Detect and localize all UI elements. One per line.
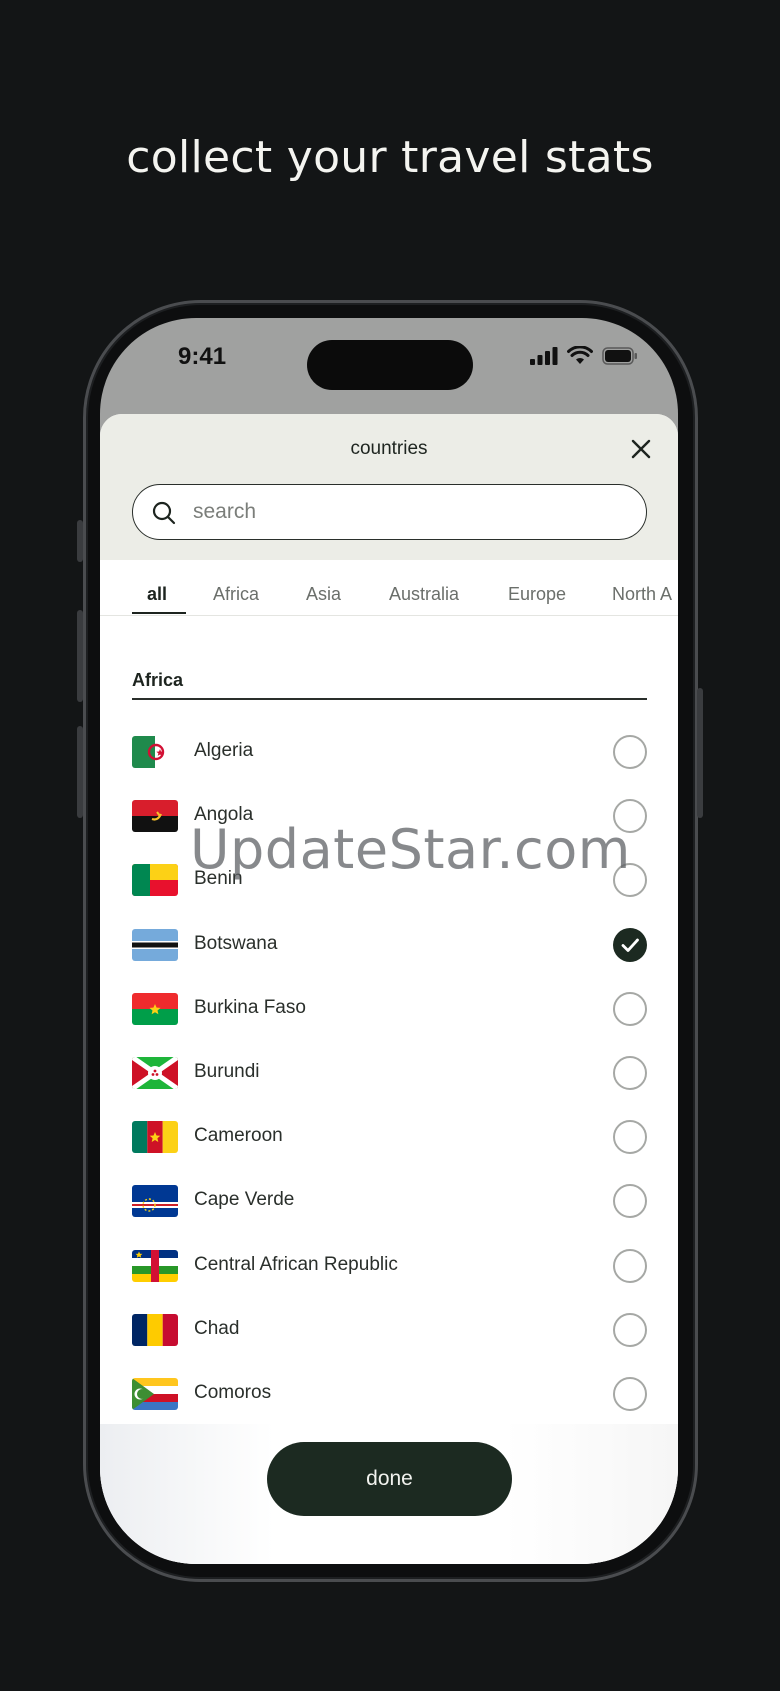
watermark: UpdateStar.com	[190, 818, 631, 881]
tab-all[interactable]: all	[147, 584, 167, 605]
flag-icon	[132, 992, 178, 1025]
checked-radio-icon[interactable]	[613, 927, 647, 962]
radio-button[interactable]	[613, 1184, 647, 1219]
country-row[interactable]: Botswana	[132, 913, 647, 977]
country-row[interactable]: Burkina Faso	[132, 977, 647, 1041]
headline: collect your travel stats	[126, 132, 654, 183]
region-tabs: all Africa Asia Australia Europe North A	[100, 560, 678, 616]
radio-button[interactable]	[613, 1312, 647, 1347]
flag-icon	[132, 1313, 178, 1346]
power-button	[697, 688, 703, 818]
status-icons	[530, 346, 638, 365]
country-name: Chad	[194, 1317, 240, 1339]
active-tab-indicator	[132, 612, 186, 614]
country-row[interactable]: Cameroon	[132, 1105, 647, 1169]
radio-button[interactable]	[613, 1056, 647, 1090]
flag-icon	[132, 928, 178, 961]
search-field[interactable]	[132, 484, 647, 540]
checkmark-icon	[621, 938, 639, 952]
done-button[interactable]: done	[267, 1442, 512, 1516]
volume-up-button	[77, 610, 83, 702]
country-name: Cameroon	[194, 1125, 283, 1147]
tab-australia[interactable]: Australia	[389, 584, 459, 605]
flag-icon	[132, 736, 178, 768]
tab-asia[interactable]: Asia	[306, 584, 341, 605]
close-icon[interactable]	[630, 438, 652, 460]
tab-europe[interactable]: Europe	[508, 584, 566, 605]
flag-icon	[132, 1121, 178, 1154]
flag-icon	[132, 800, 178, 833]
radio-button[interactable]	[613, 991, 647, 1026]
search-icon	[152, 501, 176, 525]
country-name: Algeria	[194, 740, 254, 761]
dynamic-island	[307, 340, 473, 390]
status-bar: 9:41	[100, 318, 678, 414]
volume-down-button	[77, 726, 83, 818]
country-row[interactable]: Central African Republic	[132, 1234, 647, 1298]
status-time: 9:41	[178, 343, 227, 370]
country-row[interactable]: Cape Verde	[132, 1169, 647, 1233]
phone-screen: 9:41 countries search all Africa Asia Au…	[100, 318, 678, 1564]
tab-africa[interactable]: Africa	[213, 584, 259, 605]
country-name: Cape Verde	[194, 1189, 295, 1211]
country-name: Burundi	[194, 1061, 260, 1082]
search-input[interactable]	[193, 495, 613, 529]
wifi-icon	[567, 346, 593, 364]
radio-button[interactable]	[613, 1120, 647, 1155]
country-row[interactable]: Chad	[132, 1298, 647, 1362]
sheet-title: countries	[350, 438, 428, 459]
action-button	[77, 520, 83, 562]
tab-north-america[interactable]: North A	[612, 584, 672, 605]
flag-icon	[132, 1249, 178, 1282]
cellular-signal-icon	[530, 346, 558, 365]
country-name: Burkina Faso	[194, 996, 306, 1018]
flag-icon	[132, 1378, 178, 1410]
country-row[interactable]: Algeria	[132, 720, 647, 784]
flag-icon	[132, 864, 178, 897]
countries-sheet: countries all Africa Asia Australia Euro…	[100, 414, 678, 1564]
section-title: Africa	[132, 670, 184, 690]
flag-icon	[132, 1185, 178, 1218]
country-name: Botswana	[194, 932, 278, 954]
country-name: Comoros	[194, 1382, 272, 1403]
country-row[interactable]: Comoros	[132, 1362, 647, 1426]
radio-button[interactable]	[613, 1377, 647, 1411]
battery-icon	[602, 346, 637, 365]
section-divider	[132, 698, 647, 700]
sheet-header: countries	[100, 414, 678, 560]
country-name: Central African Republic	[194, 1253, 398, 1275]
radio-button[interactable]	[613, 735, 647, 769]
radio-button[interactable]	[613, 1248, 647, 1283]
country-row[interactable]: Burundi	[132, 1041, 647, 1105]
flag-icon	[132, 1057, 178, 1089]
